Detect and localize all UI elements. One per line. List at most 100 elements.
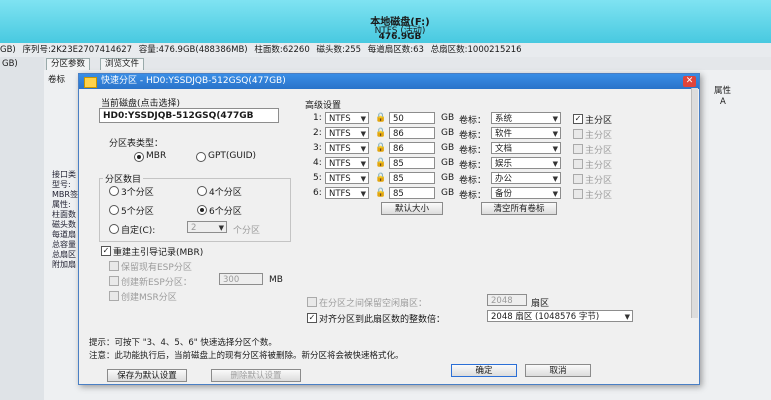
lock-icon[interactable]: 🔒 xyxy=(375,158,386,168)
filesystem-select[interactable]: NTFS ▼ xyxy=(325,142,369,154)
volume-label-select[interactable]: 备份 ▼ xyxy=(491,187,561,199)
size-field[interactable]: 85 xyxy=(389,172,435,184)
volume-label-select[interactable]: 文档 ▼ xyxy=(491,142,561,154)
close-button[interactable]: ✕ xyxy=(683,76,696,87)
keep-free-checkbox[interactable] xyxy=(307,297,317,307)
new-esp-checkbox[interactable] xyxy=(109,276,119,286)
volume-label-caption: 卷标： xyxy=(459,146,487,156)
volume-label-caption: 卷标： xyxy=(459,131,487,141)
tab-browse-files[interactable]: 浏览文件 xyxy=(100,58,145,70)
size-unit: GB xyxy=(441,158,455,168)
save-default-button[interactable]: 保存为默认设置 xyxy=(107,369,187,382)
partition-index: 6: xyxy=(313,188,322,198)
prop-7: 每道扇 xyxy=(52,230,76,239)
current-disk-select[interactable]: HD0:YSSDJQB-512GSQ(477GB xyxy=(99,108,279,123)
keep-esp-label: 保留现有ESP分区 xyxy=(121,263,192,273)
size-field[interactable]: 50 xyxy=(389,112,435,124)
esp-size-unit: MB xyxy=(269,275,283,285)
lock-icon[interactable]: 🔒 xyxy=(375,188,386,198)
lock-icon[interactable]: 🔒 xyxy=(375,128,386,138)
volume-label-value: 办公 xyxy=(495,174,513,184)
disk-tree-panel[interactable]: GB) xyxy=(0,57,45,400)
partition-index: 4: xyxy=(313,158,322,168)
lock-icon[interactable]: 🔒 xyxy=(375,113,386,123)
rebuild-mbr-checkbox[interactable]: ✓ xyxy=(101,246,111,256)
size-field[interactable]: 86 xyxy=(389,127,435,139)
primary-label: 主分区 xyxy=(585,146,613,156)
chevron-down-icon: ▼ xyxy=(360,175,366,183)
primary-label: 主分区 xyxy=(585,116,613,126)
tab-partition-params[interactable]: 分区参数 xyxy=(46,58,91,70)
keep-esp-checkbox[interactable] xyxy=(109,261,119,271)
filesystem-value: NTFS xyxy=(329,189,351,199)
filesystem-select[interactable]: NTFS ▼ xyxy=(325,127,369,139)
msr-checkbox[interactable] xyxy=(109,291,119,301)
primary-checkbox[interactable] xyxy=(573,174,583,184)
volume-label-value: 软件 xyxy=(495,129,513,139)
cancel-button[interactable]: 取消 xyxy=(525,364,591,377)
size-field[interactable]: 86 xyxy=(389,142,435,154)
info-heads: 磁头数:255 xyxy=(316,45,362,55)
filesystem-select[interactable]: NTFS ▼ xyxy=(325,157,369,169)
prop-10: 附加扇 xyxy=(52,260,76,269)
count-6-radio[interactable] xyxy=(197,205,207,215)
size-field[interactable]: 85 xyxy=(389,157,435,169)
delete-default-button[interactable]: 删除默认设置 xyxy=(211,369,301,382)
volume-label-value: 娱乐 xyxy=(495,159,513,169)
tab-bar: 分区参数 浏览文件 xyxy=(44,57,771,70)
mbr-radio[interactable] xyxy=(134,152,144,162)
primary-checkbox[interactable] xyxy=(573,144,583,154)
primary-checkbox[interactable] xyxy=(573,189,583,199)
info-capacity: 容量:476.9GB(488386MB) xyxy=(138,45,248,55)
volume-label-select[interactable]: 软件 ▼ xyxy=(491,127,561,139)
gpt-label: GPT(GUID) xyxy=(208,151,257,161)
dialog-scrollbar[interactable] xyxy=(691,88,698,318)
align-select[interactable]: 2048 扇区 (1048576 字节) ▼ xyxy=(487,310,633,322)
primary-label: 主分区 xyxy=(585,131,613,141)
filesystem-select[interactable]: NTFS ▼ xyxy=(325,187,369,199)
ok-button[interactable]: 确定 xyxy=(451,364,517,377)
prop-3: 属性: xyxy=(52,200,71,209)
dialog-title: 快速分区 - HD0:YSSDJQB-512GSQ(477GB) xyxy=(101,76,286,86)
align-checkbox[interactable]: ✓ xyxy=(307,313,317,323)
clear-labels-button[interactable]: 清空所有卷标 xyxy=(481,202,557,215)
lock-icon[interactable]: 🔒 xyxy=(375,173,386,183)
chevron-down-icon: ▼ xyxy=(218,224,224,232)
tip-text: 提示：可按下 "3、4、5、6" 快速选择分区个数。 xyxy=(89,338,277,348)
primary-label: 主分区 xyxy=(585,161,613,171)
volume-label-select[interactable]: 系统 ▼ xyxy=(491,112,561,124)
default-size-button[interactable]: 默认大小 xyxy=(381,202,443,215)
msr-label: 创建MSR分区 xyxy=(121,293,177,303)
filesystem-value: NTFS xyxy=(329,114,351,124)
count-5-radio[interactable] xyxy=(109,205,119,215)
primary-checkbox[interactable] xyxy=(573,129,583,139)
filesystem-select[interactable]: NTFS ▼ xyxy=(325,112,369,124)
count-4-radio[interactable] xyxy=(197,186,207,196)
prop-9: 总扇区 xyxy=(52,250,76,259)
partition-index: 1: xyxy=(313,113,322,123)
tree-item-disk[interactable]: GB) xyxy=(2,59,18,69)
align-label: 对齐分区到此扇区数的整数倍： xyxy=(319,315,446,325)
esp-size-field[interactable]: 300 xyxy=(219,273,263,285)
prop-8: 总容量 xyxy=(52,240,76,249)
gpt-radio[interactable] xyxy=(196,152,206,162)
dialog-title-bar[interactable]: 快速分区 - HD0:YSSDJQB-512GSQ(477GB) ✕ xyxy=(79,74,699,89)
custom-count-suffix: 个分区 xyxy=(233,226,261,236)
volume-label-select[interactable]: 娱乐 ▼ xyxy=(491,157,561,169)
prop-1: 型号: xyxy=(52,180,71,189)
size-field[interactable]: 85 xyxy=(389,187,435,199)
filesystem-value: NTFS xyxy=(329,159,351,169)
count-3-radio[interactable] xyxy=(109,186,119,196)
lock-icon[interactable]: 🔒 xyxy=(375,143,386,153)
count-custom-radio[interactable] xyxy=(109,224,119,234)
volume-label-caption: 卷标： xyxy=(459,191,487,201)
app-icon xyxy=(84,77,97,88)
chevron-down-icon: ▼ xyxy=(360,130,366,138)
keep-free-field[interactable]: 2048 xyxy=(487,294,527,306)
custom-count-select[interactable]: 2 ▼ xyxy=(187,221,227,233)
primary-checkbox[interactable]: ✓ xyxy=(573,114,583,124)
info-left-cut: GB) xyxy=(0,45,16,55)
volume-label-select[interactable]: 办公 ▼ xyxy=(491,172,561,184)
primary-checkbox[interactable] xyxy=(573,159,583,169)
filesystem-select[interactable]: NTFS ▼ xyxy=(325,172,369,184)
